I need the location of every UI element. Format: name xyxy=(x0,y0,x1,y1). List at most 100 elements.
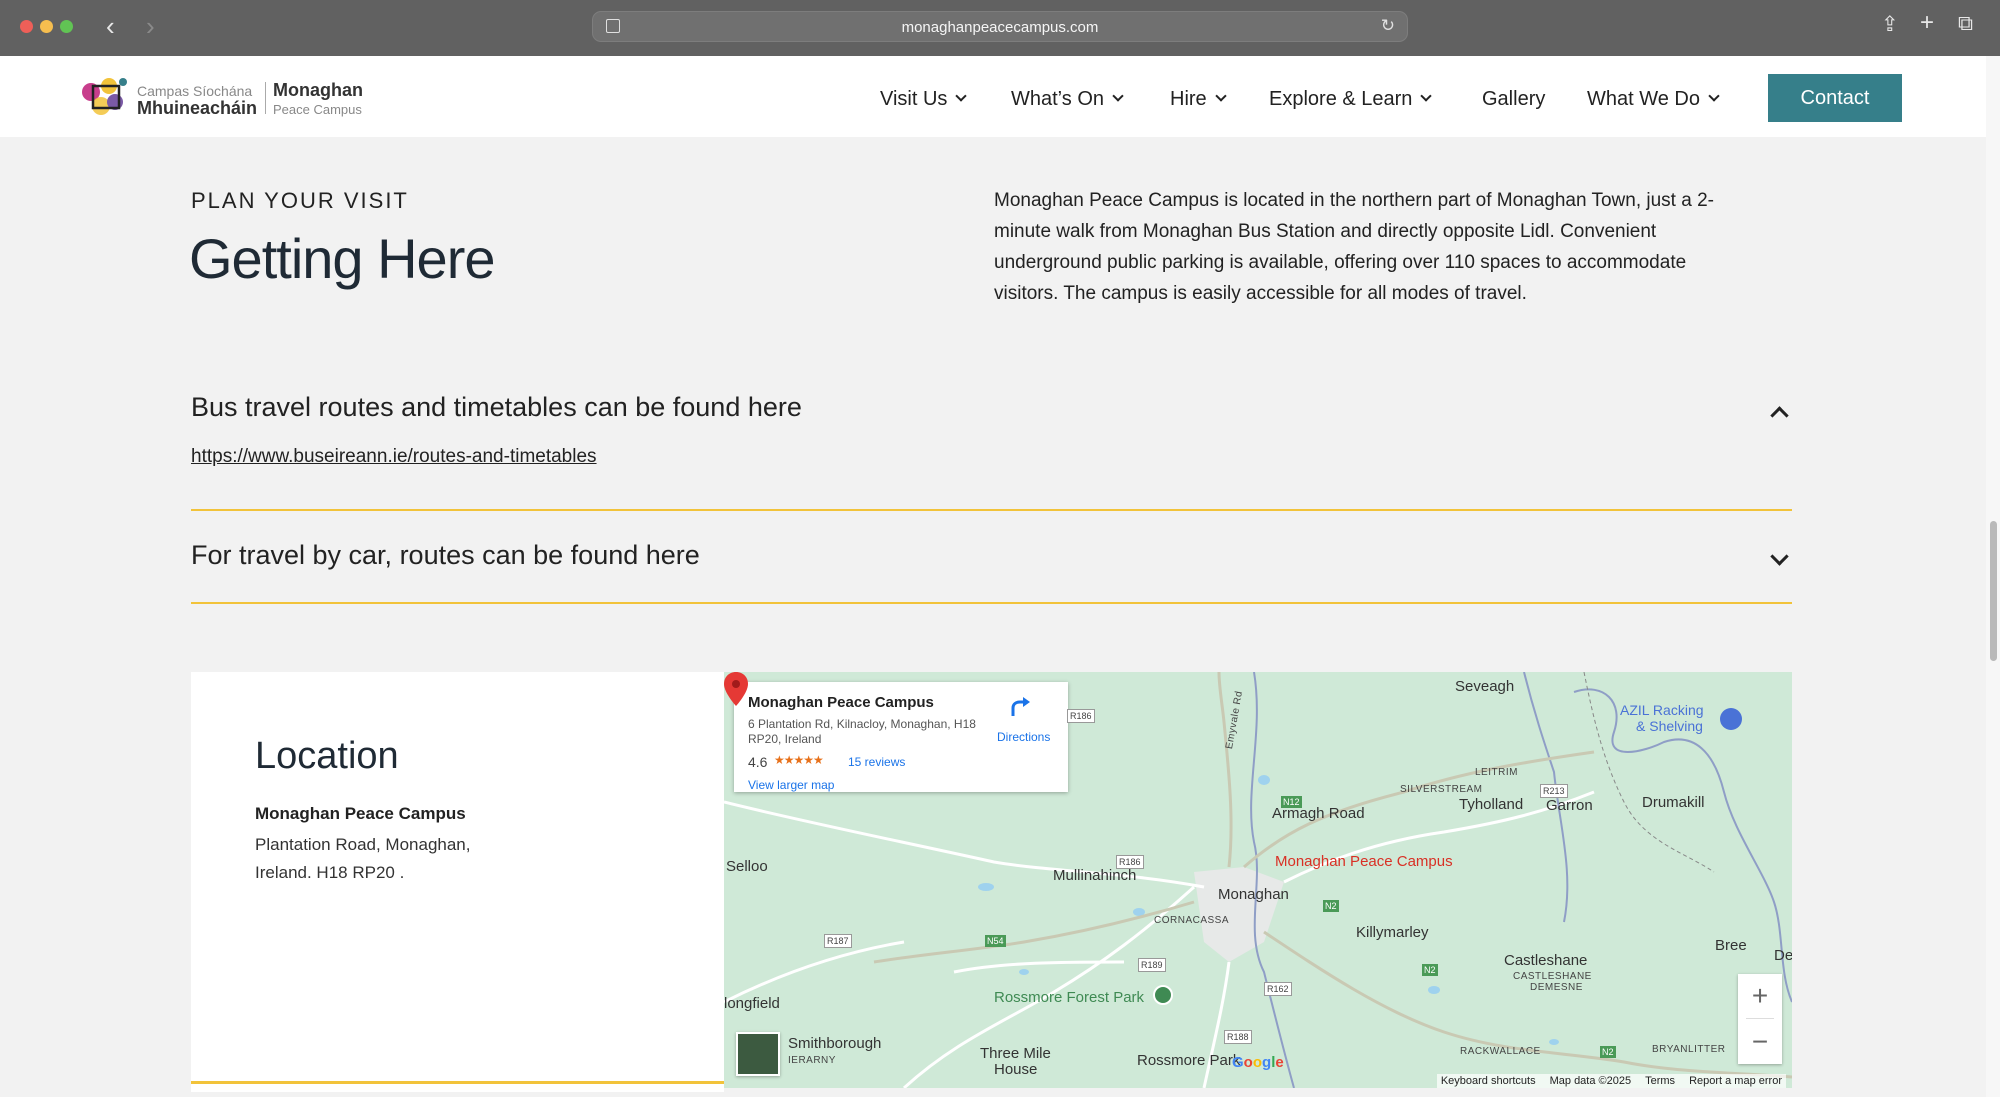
back-arrow-icon[interactable]: ‹ xyxy=(106,12,115,40)
map-data-label: Map data ©2025 xyxy=(1549,1075,1632,1087)
map-place-label: Armagh Road xyxy=(1272,805,1365,822)
page-scrollbar[interactable] xyxy=(1986,56,2000,1097)
address-bar[interactable]: monaghanpeacecampus.com ↻ xyxy=(592,11,1408,42)
nav-explore-learn[interactable]: Explore & Learn xyxy=(1269,84,1433,114)
map-place-rating: 4.6 xyxy=(748,754,768,770)
map-place-label: Castleshane xyxy=(1504,952,1588,969)
embedded-map[interactable]: Monaghan Peace Campus 6 Plantation Rd, K… xyxy=(724,672,1792,1088)
road-label: N2 xyxy=(1422,964,1438,976)
map-place-address: 6 Plantation Rd, Kilnacloy, Monaghan, H1… xyxy=(748,717,976,746)
nav-visit-us[interactable]: Visit Us xyxy=(880,84,968,114)
map-place-label: Tyholland xyxy=(1459,796,1524,813)
report-map-error-link[interactable]: Report a map error xyxy=(1689,1075,1782,1087)
chevron-down-icon xyxy=(1420,90,1433,102)
map-place-name: Monaghan Peace Campus xyxy=(748,694,934,711)
reload-icon[interactable]: ↻ xyxy=(1381,16,1395,36)
contact-button[interactable]: Contact xyxy=(1768,74,1902,122)
map-area-label: CORNACASSA xyxy=(1154,915,1230,926)
intro-paragraph: Monaghan Peace Campus is located in the … xyxy=(994,190,1714,304)
location-card: Location Monaghan Peace Campus Plantatio… xyxy=(191,672,724,1092)
share-icon[interactable]: ⇪ xyxy=(1881,12,1899,37)
zoom-in-button[interactable]: + xyxy=(1738,974,1782,1018)
tab-overview-icon[interactable]: ⧉ xyxy=(1958,12,1973,36)
accordion-divider xyxy=(191,602,1792,604)
map-place-label: Smithborough xyxy=(788,1035,882,1052)
map-rating-stars-icon: ★★★★★ xyxy=(774,753,824,767)
chevron-down-icon xyxy=(1708,90,1720,102)
directions-icon[interactable] xyxy=(1009,696,1031,718)
zoom-window-button[interactable] xyxy=(60,20,73,33)
map-place-label: Garron xyxy=(1546,797,1593,814)
map-place-label: Mullinahinch xyxy=(1053,867,1137,884)
map-area-label: SILVERSTREAM xyxy=(1400,784,1483,795)
map-zoom-controls: + − xyxy=(1738,974,1782,1064)
keyboard-shortcuts-link[interactable]: Keyboard shortcuts xyxy=(1441,1075,1536,1087)
chevron-down-icon xyxy=(1112,90,1124,102)
road-label: R187 xyxy=(824,934,852,948)
accordion-car-toggle[interactable] xyxy=(1769,547,1791,572)
map-pin-label: Monaghan Peace Campus xyxy=(1275,853,1453,870)
location-name: Monaghan Peace Campus xyxy=(255,804,466,823)
site-logo[interactable]: Campas Síochána Mhuineacháin Monaghan Pe… xyxy=(79,72,379,122)
map-attribution: Keyboard shortcuts Map data ©2025 Terms Rep… xyxy=(1436,1074,1786,1088)
logo-divider xyxy=(265,82,266,114)
map-place-label: Drumakill xyxy=(1642,794,1705,811)
map-area-label: CASTLESHANE xyxy=(1513,971,1592,982)
zoom-divider xyxy=(1746,1018,1774,1019)
terms-link[interactable]: Terms xyxy=(1645,1075,1675,1087)
map-area-label: LEITRIM xyxy=(1475,767,1518,778)
map-poi-label: & Shelving xyxy=(1636,718,1703,734)
scrollbar-thumb[interactable] xyxy=(1990,521,1997,661)
nav-whats-on[interactable]: What’s On xyxy=(1011,84,1124,114)
satellite-layer-toggle[interactable] xyxy=(736,1032,780,1076)
map-place-label: longfield xyxy=(724,995,780,1012)
logo-mark-icon xyxy=(82,78,127,115)
minimize-window-button[interactable] xyxy=(40,20,53,33)
map-pin-icon[interactable] xyxy=(724,672,748,706)
logo-irish-line1: Campas Síochána xyxy=(137,83,253,99)
web-page: Campas Síochána Mhuineacháin Monaghan Pe… xyxy=(0,56,1986,1097)
map-area-label: BRYANLITTER xyxy=(1652,1044,1726,1055)
map-place-label: Monaghan xyxy=(1218,886,1289,903)
close-window-button[interactable] xyxy=(20,20,33,33)
accordion-bus-toggle[interactable] xyxy=(1769,402,1791,425)
accordion-bus-header[interactable]: Bus travel routes and timetables can be … xyxy=(191,392,802,423)
map-area-label: RACKWALLACE xyxy=(1460,1046,1541,1057)
chevron-up-icon xyxy=(1770,406,1789,425)
nav-hire[interactable]: Hire xyxy=(1170,84,1227,114)
directions-link[interactable]: Directions xyxy=(997,730,1050,744)
road-label: R188 xyxy=(1224,1030,1252,1044)
logo-english-line1: Monaghan xyxy=(273,80,363,100)
zoom-out-button[interactable]: − xyxy=(1738,1020,1782,1064)
map-place-label: Three Mile xyxy=(980,1045,1051,1062)
bus-timetable-link[interactable]: https://www.buseireann.ie/routes-and-tim… xyxy=(191,446,597,468)
nav-hire-label: Hire xyxy=(1170,87,1207,110)
map-area-label: IERARNY xyxy=(788,1055,836,1066)
park-icon[interactable] xyxy=(1153,985,1173,1005)
nav-what-we-do[interactable]: What We Do xyxy=(1587,84,1720,114)
map-poi-label: Rossmore Forest Park xyxy=(994,989,1145,1006)
map-area-label: DEMESNE xyxy=(1530,982,1583,993)
poi-lock-icon[interactable] xyxy=(1720,708,1742,730)
road-label: R162 xyxy=(1264,982,1292,996)
map-place-label: Rossmore Park xyxy=(1137,1052,1241,1069)
chevron-down-icon xyxy=(1215,90,1227,102)
nav-explore-learn-label: Explore & Learn xyxy=(1269,87,1413,110)
view-larger-map-link[interactable]: View larger map xyxy=(748,778,834,792)
map-place-label: House xyxy=(994,1061,1038,1078)
road-label: R213 xyxy=(1540,784,1568,798)
location-card-accent-line xyxy=(191,1081,724,1084)
accordion-car-header[interactable]: For travel by car, routes can be found h… xyxy=(191,540,700,571)
nav-gallery-label: Gallery xyxy=(1482,87,1546,110)
nav-gallery[interactable]: Gallery xyxy=(1482,84,1545,114)
map-place-label: Seveagh xyxy=(1455,678,1515,695)
road-label: R189 xyxy=(1138,958,1166,972)
new-tab-icon[interactable]: + xyxy=(1920,9,1934,37)
map-place-label: Bree xyxy=(1715,937,1747,954)
accordion-divider xyxy=(191,509,1792,511)
location-address-line1: Plantation Road, Monaghan, xyxy=(255,835,471,854)
nav-whats-on-label: What’s On xyxy=(1011,87,1104,110)
logo-english-line2: Peace Campus xyxy=(273,102,362,117)
map-reviews-link[interactable]: 15 reviews xyxy=(848,755,905,769)
forward-arrow-icon[interactable]: › xyxy=(146,12,155,40)
